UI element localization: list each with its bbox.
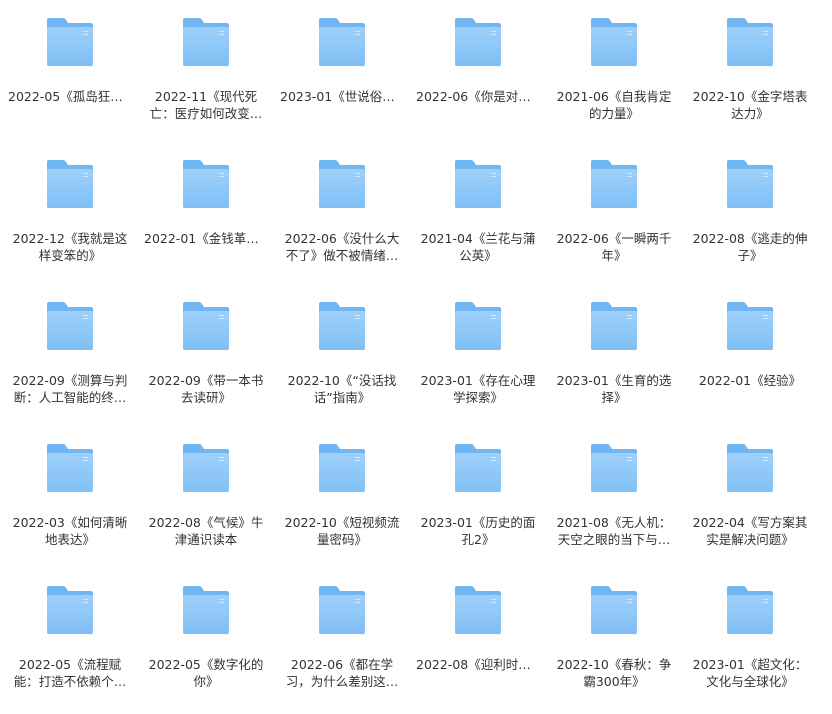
folder-icon [46, 17, 94, 67]
folder-item[interactable]: 2022-01《经验》 [680, 284, 816, 426]
folder-label: 2022-01《经验》 [698, 373, 802, 388]
folder-item[interactable]: 2022-01《金钱革命》 [136, 142, 272, 284]
folder-grid: 2022-05《孤岛狂欢》 2022-11《现代死亡：医疗如何改变… 2023-01… [0, 0, 832, 714]
folder-label: 2022-11《现代死亡：医疗如何改变… [149, 89, 263, 121]
folder-item[interactable]: 2023-01《存在心理学探索》 [408, 284, 544, 426]
folder-icon [726, 301, 774, 351]
folder-icon [182, 301, 230, 351]
folder-icon [454, 301, 502, 351]
folder-item[interactable]: 2022-09《带一本书去读研》 [136, 284, 272, 426]
folder-icon [590, 585, 638, 635]
folder-item[interactable]: 2023-01《历史的面孔2》 [408, 426, 544, 568]
folder-icon [182, 159, 230, 209]
folder-item[interactable]: 2022-08《气候》牛津通识读本 [136, 426, 272, 568]
folder-icon [726, 443, 774, 493]
folder-label: 2021-04《兰花与蒲公英》 [420, 231, 536, 263]
folder-icon [454, 443, 502, 493]
folder-item[interactable]: 2023-01《生育的选择》 [544, 284, 680, 426]
folder-label: 2021-08《无人机：天空之眼的当下与… [556, 515, 672, 547]
folder-label: 2022-10《短视频流量密码》 [284, 515, 400, 547]
folder-icon [454, 159, 502, 209]
folder-label: 2023-01《历史的面孔2》 [420, 515, 536, 547]
folder-label: 2023-01《世说俗谈》 [280, 89, 404, 104]
folder-icon [182, 17, 230, 67]
folder-label: 2022-06《没什么大不了》做不被情绪… [284, 231, 400, 263]
folder-label: 2022-08《逃走的伸子》 [692, 231, 808, 263]
folder-icon [318, 585, 366, 635]
folder-item[interactable]: 2022-05《数字化的你》 [136, 568, 272, 710]
folder-item[interactable]: 2022-08《迎利时代》 [408, 568, 544, 710]
folder-item[interactable]: 2023-01《世说俗谈》 [272, 0, 408, 142]
folder-label: 2023-01《超文化：文化与全球化》 [692, 657, 808, 689]
folder-icon [590, 443, 638, 493]
folder-item[interactable]: 2022-10《金字塔表达力》 [680, 0, 816, 142]
folder-icon [726, 585, 774, 635]
folder-icon [590, 17, 638, 67]
folder-label: 2021-06《自我肯定的力量》 [556, 89, 672, 121]
folder-icon [46, 443, 94, 493]
folder-label: 2022-06《你是对的》 [416, 89, 540, 104]
folder-icon [318, 159, 366, 209]
folder-icon [46, 159, 94, 209]
folder-icon [318, 301, 366, 351]
folder-item[interactable]: 2022-03《如何清晰地表达》 [0, 426, 136, 568]
folder-label: 2022-09《测算与判断：人工智能的终… [12, 373, 128, 405]
folder-label: 2023-01《生育的选择》 [556, 373, 672, 405]
folder-item[interactable]: 2022-05《孤岛狂欢》 [0, 0, 136, 142]
folder-icon [182, 443, 230, 493]
folder-icon [454, 585, 502, 635]
folder-label: 2022-12《我就是这样变笨的》 [12, 231, 128, 263]
folder-label: 2022-10《春秋：争霸300年》 [556, 657, 672, 689]
folder-item[interactable]: 2022-06《你是对的》 [408, 0, 544, 142]
folder-item[interactable]: 2022-08《逃走的伸子》 [680, 142, 816, 284]
folder-icon [46, 585, 94, 635]
folder-label: 2022-05《数字化的你》 [148, 657, 264, 689]
folder-label: 2022-06《都在学习，为什么差别这… [285, 657, 399, 689]
folder-item[interactable]: 2023-01《超文化：文化与全球化》 [680, 568, 816, 710]
folder-item[interactable]: 2022-04《写方案其实是解决问题》 [680, 426, 816, 568]
folder-label: 2022-03《如何清晰地表达》 [12, 515, 128, 547]
folder-item[interactable]: 2021-08《无人机：天空之眼的当下与… [544, 426, 680, 568]
folder-label: 2022-01《金钱革命》 [144, 231, 268, 246]
folder-icon [590, 159, 638, 209]
folder-label: 2022-06《一瞬两千年》 [556, 231, 672, 263]
folder-label: 2022-08《迎利时代》 [416, 657, 540, 672]
folder-item[interactable]: 2022-10《春秋：争霸300年》 [544, 568, 680, 710]
folder-label: 2022-10《“没话找话”指南》 [287, 373, 397, 405]
folder-icon [726, 159, 774, 209]
folder-item[interactable]: 2022-06《一瞬两千年》 [544, 142, 680, 284]
folder-label: 2022-08《气候》牛津通识读本 [148, 515, 264, 547]
folder-item[interactable]: 2022-06《没什么大不了》做不被情绪… [272, 142, 408, 284]
folder-icon [46, 301, 94, 351]
folder-item[interactable]: 2021-06《自我肯定的力量》 [544, 0, 680, 142]
folder-item[interactable]: 2022-10《短视频流量密码》 [272, 426, 408, 568]
folder-label: 2022-10《金字塔表达力》 [692, 89, 808, 121]
folder-icon [318, 17, 366, 67]
folder-item[interactable]: 2022-09《测算与判断：人工智能的终… [0, 284, 136, 426]
folder-item[interactable]: 2022-05《流程赋能：打造不依赖个… [0, 568, 136, 710]
folder-icon [726, 17, 774, 67]
folder-item[interactable]: 2022-06《都在学习，为什么差别这… [272, 568, 408, 710]
folder-label: 2022-05《流程赋能：打造不依赖个… [13, 657, 127, 689]
folder-label: 2022-04《写方案其实是解决问题》 [692, 515, 808, 547]
folder-icon [182, 585, 230, 635]
folder-label: 2022-09《带一本书去读研》 [148, 373, 264, 405]
folder-icon [318, 443, 366, 493]
folder-item[interactable]: 2022-11《现代死亡：医疗如何改变… [136, 0, 272, 142]
folder-item[interactable]: 2021-04《兰花与蒲公英》 [408, 142, 544, 284]
folder-icon [590, 301, 638, 351]
folder-item[interactable]: 2022-12《我就是这样变笨的》 [0, 142, 136, 284]
folder-label: 2023-01《存在心理学探索》 [420, 373, 536, 405]
folder-icon [454, 17, 502, 67]
folder-item[interactable]: 2022-10《“没话找话”指南》 [272, 284, 408, 426]
folder-label: 2022-05《孤岛狂欢》 [8, 89, 132, 104]
